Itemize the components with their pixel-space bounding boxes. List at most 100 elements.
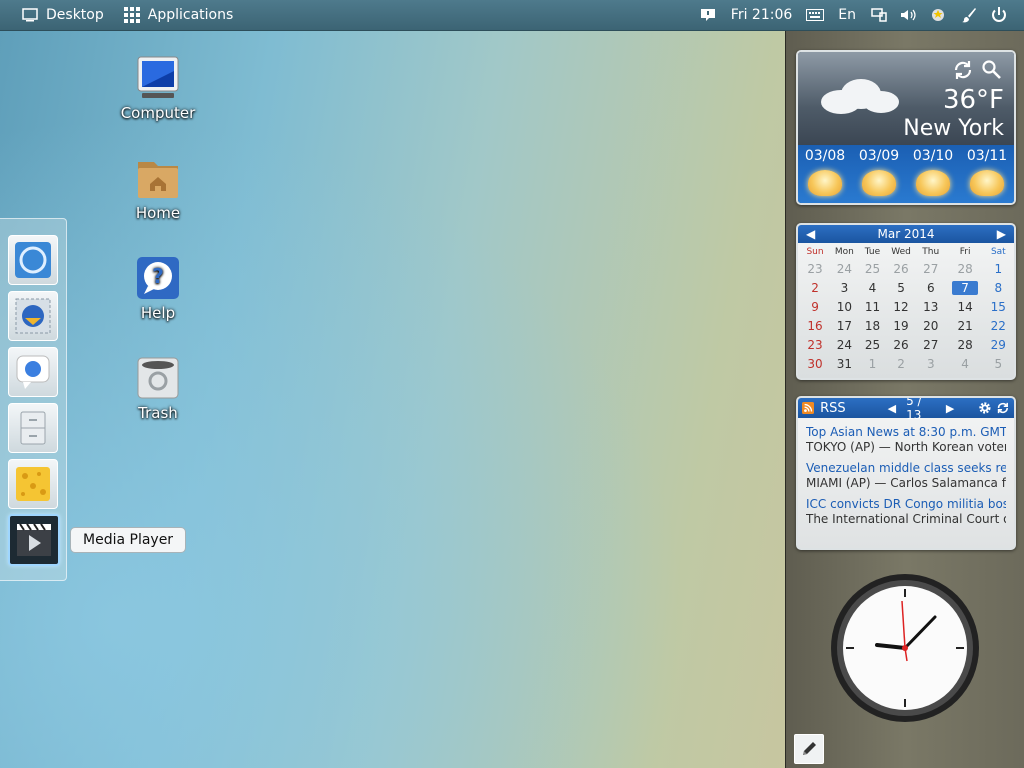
calendar-day[interactable]: 23 — [801, 335, 829, 354]
calendar-day[interactable]: 28 — [945, 335, 986, 354]
calendar-day-number: 29 — [990, 337, 1006, 352]
computer-desktop-icon[interactable]: Computer — [108, 56, 208, 122]
rss-item-title[interactable]: Top Asian News at 8:30 p.m. GMT — [806, 425, 1006, 439]
calendar-day[interactable]: 23 — [801, 259, 829, 278]
volume-icon[interactable] — [894, 0, 924, 30]
calendar-day[interactable]: 1 — [986, 259, 1011, 278]
rss-item-title[interactable]: Venezuelan middle class seeks refu… — [806, 461, 1006, 475]
rss-label: RSS — [820, 400, 846, 416]
calendar-day[interactable]: 22 — [986, 316, 1011, 335]
calendar-day-number: 5 — [897, 280, 905, 295]
calendar-day[interactable]: 26 — [885, 259, 917, 278]
calendar-day[interactable]: 3 — [917, 354, 945, 373]
clock-label[interactable]: Fri 21:06 — [723, 7, 800, 23]
calendar-day[interactable]: 4 — [860, 278, 885, 297]
calendar-day[interactable]: 14 — [945, 297, 986, 316]
next-month-icon[interactable]: ▶ — [997, 227, 1006, 241]
calendar-day[interactable]: 13 — [917, 297, 945, 316]
dock-browser[interactable] — [8, 235, 58, 285]
file-manager-icon — [20, 411, 46, 445]
rss-prev-icon[interactable]: ◀ — [888, 402, 896, 415]
help-desktop-icon[interactable]: ? Help — [108, 256, 208, 322]
calendar-day-number: 25 — [864, 261, 881, 276]
prev-month-icon[interactable]: ◀ — [806, 227, 815, 241]
calendar-grid: Sun Mon Tue Wed Thu Fri Sat 23 24 25 26 27 28 1 2 3 4 5 6… — [801, 245, 1011, 373]
weekday-header: Thu — [922, 247, 940, 257]
calendar-header: ◀ Mar 2014 ▶ — [798, 225, 1014, 243]
search-icon[interactable] — [981, 59, 1003, 81]
calendar-day[interactable]: 16 — [801, 316, 829, 335]
calendar-day[interactable]: 12 — [885, 297, 917, 316]
calendar-day[interactable]: 19 — [885, 316, 917, 335]
dock-chat[interactable] — [8, 347, 58, 397]
weekday-header: Tue — [864, 247, 881, 257]
dock-email-client[interactable] — [8, 291, 58, 341]
calendar-day[interactable]: 27 — [917, 335, 945, 354]
gear-icon[interactable] — [978, 400, 992, 416]
rss-item[interactable]: Top Asian News at 8:30 p.m. GMT TOKYO (A… — [798, 425, 1014, 454]
calendar-day[interactable]: 5 — [885, 278, 917, 297]
calendar-day-number: 11 — [864, 299, 881, 314]
desktop-button[interactable]: Desktop — [0, 0, 112, 30]
calendar-day[interactable]: 8 — [986, 278, 1011, 297]
weekday-header: Sun — [806, 247, 824, 257]
calendar-day[interactable]: 24 — [829, 335, 860, 354]
widget-sidebar: 36°F New York 03/08 03/09 03/10 03/11 ◀ … — [785, 31, 1024, 768]
keyboard-icon[interactable] — [800, 0, 830, 30]
calendar-day-number: 4 — [868, 280, 877, 295]
home-desktop-icon[interactable]: Home — [108, 156, 208, 222]
calendar-day[interactable]: 10 — [829, 297, 860, 316]
calendar-day-number: 15 — [990, 299, 1006, 314]
calendar-day[interactable]: 17 — [829, 316, 860, 335]
network-icon[interactable] — [864, 0, 894, 30]
calendar-day[interactable]: 29 — [986, 335, 1011, 354]
calendar-day[interactable]: 24 — [829, 259, 860, 278]
calendar-day[interactable]: 4 — [945, 354, 986, 373]
calendar-day[interactable]: 26 — [885, 335, 917, 354]
rss-icon — [802, 401, 815, 415]
edit-widgets-button[interactable] — [794, 734, 824, 764]
calendar-day-number: 6 — [926, 280, 935, 295]
rss-item[interactable]: Venezuelan middle class seeks refu… MIAM… — [798, 461, 1014, 490]
calendar-day[interactable]: 2 — [885, 354, 917, 373]
calendar-day[interactable]: 15 — [986, 297, 1011, 316]
update-notifier-icon[interactable] — [924, 0, 954, 30]
rss-item-title[interactable]: ICC convicts DR Congo militia boss… — [806, 497, 1006, 511]
language-indicator[interactable]: En — [830, 7, 864, 23]
rss-next-icon[interactable]: ▶ — [946, 402, 954, 415]
computer-label: Computer — [120, 104, 196, 122]
calendar-day[interactable]: 28 — [945, 259, 986, 278]
calendar-day[interactable]: 20 — [917, 316, 945, 335]
refresh-icon[interactable] — [952, 59, 974, 81]
dock-file-manager[interactable] — [8, 403, 58, 453]
calendar-day[interactable]: 9 — [801, 297, 829, 316]
browser-icon — [15, 242, 51, 278]
power-icon[interactable] — [984, 0, 1014, 30]
dock-media-player[interactable] — [8, 514, 60, 566]
brush-icon[interactable] — [954, 0, 984, 30]
calendar-day-number: 3 — [840, 280, 849, 295]
applications-label: Applications — [147, 7, 234, 23]
calendar-day[interactable]: 31 — [829, 354, 860, 373]
rss-item[interactable]: ICC convicts DR Congo militia boss… The … — [798, 497, 1014, 526]
trash-desktop-icon[interactable]: Trash — [108, 356, 208, 422]
calendar-day[interactable]: 30 — [801, 354, 829, 373]
calendar-day[interactable]: 27 — [917, 259, 945, 278]
calendar-day[interactable]: 5 — [986, 354, 1011, 373]
calendar-day[interactable]: 18 — [860, 316, 885, 335]
calendar-day[interactable]: 25 — [860, 335, 885, 354]
applications-button[interactable]: Applications — [112, 0, 242, 30]
calendar-day[interactable]: 3 — [829, 278, 860, 297]
notification-icon[interactable] — [693, 0, 723, 30]
calendar-day[interactable]: 6 — [917, 278, 945, 297]
trash-label: Trash — [138, 404, 178, 422]
calendar-day[interactable]: 21 — [945, 316, 986, 335]
calendar-day[interactable]: 7 — [945, 278, 986, 297]
calendar-day[interactable]: 11 — [860, 297, 885, 316]
calendar-day[interactable]: 2 — [801, 278, 829, 297]
calendar-day[interactable]: 1 — [860, 354, 885, 373]
calendar-day-number: 9 — [811, 299, 819, 314]
calendar-day[interactable]: 25 — [860, 259, 885, 278]
dock-cheese[interactable] — [8, 459, 58, 509]
rss-refresh-icon[interactable] — [996, 400, 1010, 416]
